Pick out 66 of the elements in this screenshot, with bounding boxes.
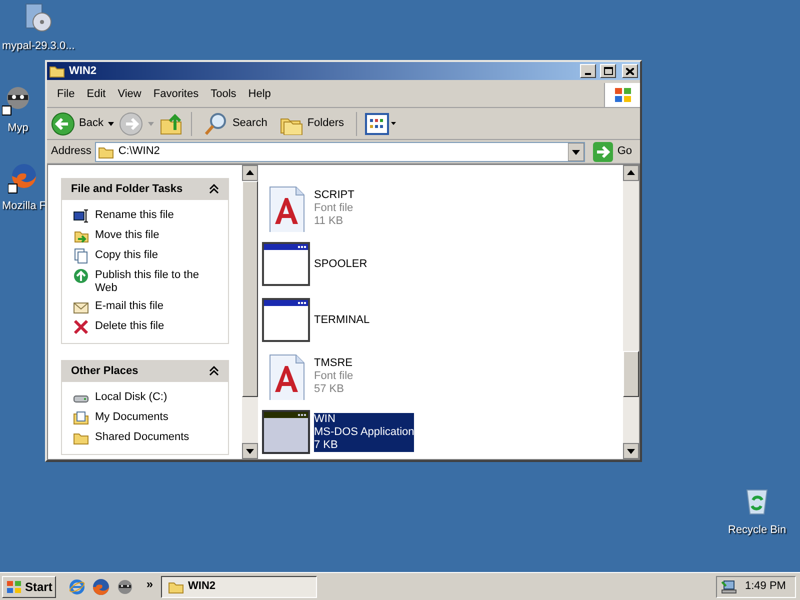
panel-header[interactable]: Other Places [61, 360, 229, 382]
app-window-icon[interactable] [262, 242, 310, 288]
file-label[interactable]: TMSRE Font file 57 KB [314, 357, 354, 396]
maximize-icon [604, 67, 612, 75]
close-icon [626, 68, 634, 74]
collapse-chevron-icon[interactable] [209, 184, 219, 194]
scrollbar[interactable] [242, 165, 258, 459]
menu-item[interactable]: Tools [204, 86, 242, 103]
documents-folder-icon [73, 410, 89, 426]
taskbar-window-button[interactable]: WIN2 [161, 576, 318, 598]
browser-e-icon[interactable] [68, 578, 86, 596]
maximize-button[interactable] [600, 64, 616, 78]
task-link[interactable]: E-mail this file [95, 299, 217, 313]
address-field[interactable]: C:\WIN2 [95, 142, 586, 162]
clock[interactable]: 1:49 PM [745, 578, 786, 595]
close-button[interactable] [622, 64, 638, 78]
dropdown-arrow-icon[interactable] [568, 142, 584, 160]
start-button[interactable]: Start [2, 576, 56, 598]
menu-item[interactable]: File [51, 86, 81, 103]
raccoon-icon[interactable] [116, 578, 134, 596]
rename-icon [73, 208, 89, 224]
overflow-chevron[interactable]: » [146, 575, 154, 593]
task-link[interactable]: Copy this file [95, 248, 217, 262]
task-link[interactable]: Publish this file to the Web [95, 268, 217, 295]
panel-title[interactable]: Other Places [71, 362, 138, 380]
file-label[interactable]: SCRIPT Font file 11 KB [314, 189, 354, 228]
back-button[interactable]: Back [79, 115, 104, 132]
search-icon [204, 112, 228, 136]
menu-item[interactable]: Edit [80, 86, 112, 103]
task-link[interactable]: Move this file [95, 228, 217, 242]
desktop-icon-label[interactable]: mypal-29.3.0... [2, 38, 75, 54]
panel-header[interactable]: File and Folder Tasks [61, 178, 229, 200]
task-link[interactable]: My Documents [95, 410, 217, 424]
go-button[interactable]: Go [589, 142, 636, 162]
network-computer-icon[interactable] [721, 578, 737, 594]
task-link[interactable]: Shared Documents [95, 430, 217, 444]
dropdown-arrow-icon[interactable] [107, 120, 116, 126]
minimize-icon [585, 73, 591, 75]
copy-pages-icon [73, 248, 89, 264]
desktop-icon-label[interactable]: Myp [8, 120, 28, 136]
windows-flag-icon [6, 580, 22, 594]
file-label[interactable]: WIN MS-DOS Application 7 KB [314, 413, 414, 452]
view-grid-icon[interactable] [365, 112, 398, 134]
app-window-icon[interactable] [262, 410, 310, 456]
app-window-icon[interactable] [262, 298, 310, 344]
scroll-thumb[interactable] [623, 351, 639, 397]
file-label[interactable]: SPOOLER [314, 258, 368, 271]
menu-item[interactable]: View [112, 86, 148, 103]
task-link[interactable]: Local Disk (C:) [95, 390, 217, 404]
menu-item[interactable]: Favorites [147, 86, 205, 103]
folders-button[interactable]: Folders [275, 112, 348, 134]
address-label: Address [51, 144, 92, 160]
desktop-icon-label[interactable]: Recycle Bin [728, 522, 786, 538]
scroll-thumb[interactable] [242, 181, 258, 397]
window-title: WIN2 [69, 64, 96, 79]
task-link[interactable]: Delete this file [95, 319, 217, 333]
panel-title[interactable]: File and Folder Tasks [71, 180, 183, 198]
windows-flag-icon [614, 86, 632, 102]
scrollbar[interactable] [623, 165, 639, 459]
task-link[interactable]: Rename this file [95, 208, 217, 222]
menu-item[interactable]: Help [242, 86, 277, 103]
search-button[interactable]: Search [200, 112, 272, 136]
collapse-chevron-icon[interactable] [209, 366, 219, 376]
cross-icon [73, 319, 89, 335]
file-label[interactable]: TERMINAL [314, 314, 370, 327]
minimize-button[interactable] [580, 64, 596, 78]
